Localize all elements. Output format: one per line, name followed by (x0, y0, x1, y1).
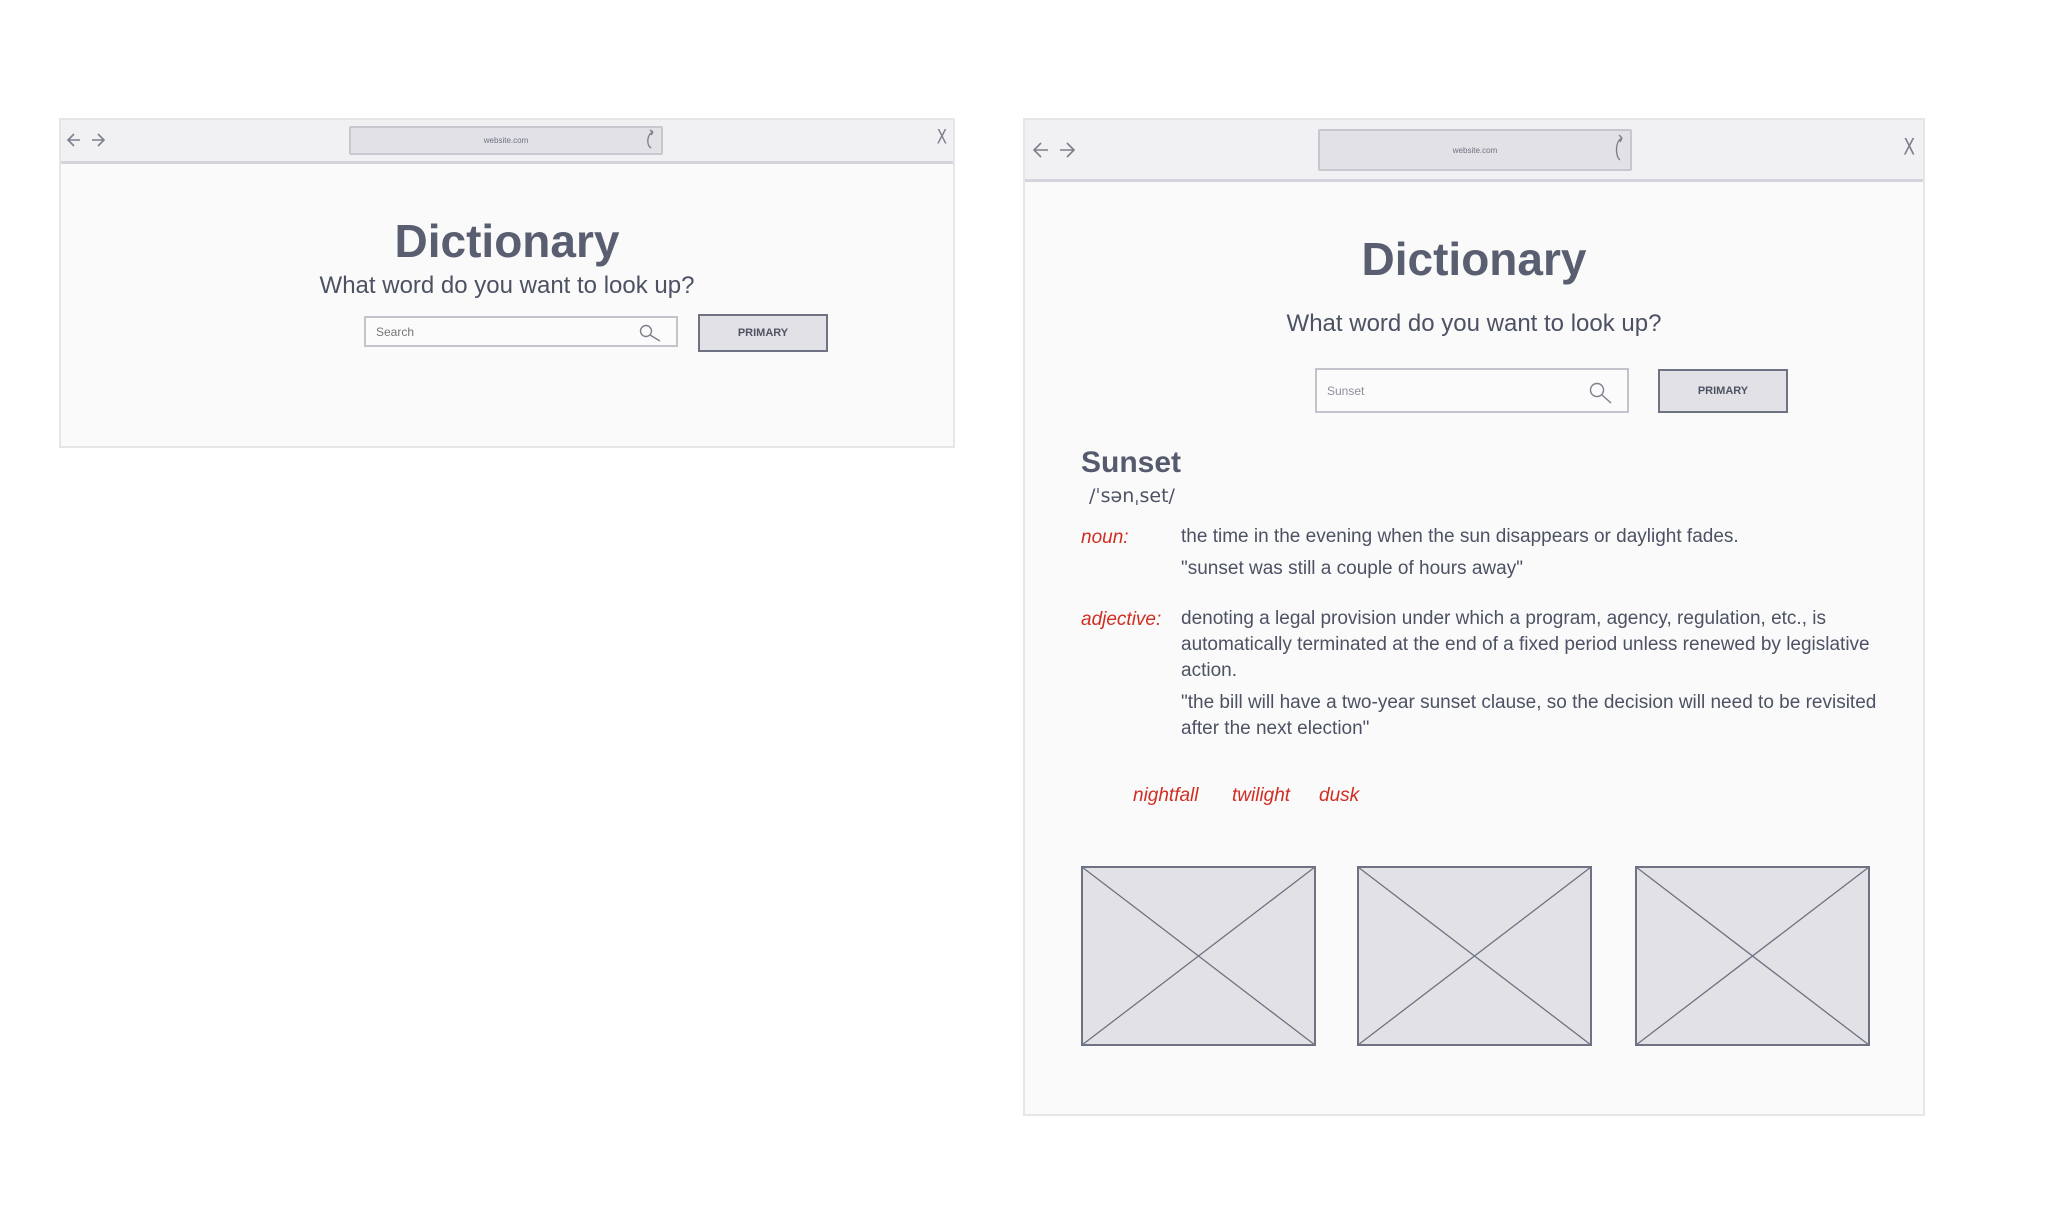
reload-icon[interactable] (644, 128, 658, 153)
part-of-speech-noun: noun: (1081, 527, 1129, 548)
address-bar[interactable]: website.com (349, 126, 663, 155)
image-placeholder-icon (1635, 866, 1870, 1046)
address-bar-url: website.com (483, 136, 529, 145)
definition-text: the time in the evening when the sun dis… (1181, 526, 1739, 547)
page-subtitle: What word do you want to look up? (1286, 310, 1662, 337)
entry-word: Sunset (1081, 446, 1182, 479)
address-bar[interactable]: website.com (1318, 129, 1632, 171)
primary-button[interactable]: PRIMARY (698, 314, 828, 352)
right-browser-window: website.com X Dictionary What word do yo… (1023, 118, 1925, 1116)
synonym-link[interactable]: twilight (1232, 785, 1290, 807)
image-placeholder (1635, 866, 1870, 1051)
image-placeholder-icon (1081, 866, 1316, 1046)
primary-button[interactable]: PRIMARY (1658, 369, 1788, 413)
browser-toolbar: website.com X (61, 120, 953, 164)
search-input[interactable] (376, 324, 666, 339)
definition-example: "sunset was still a couple of hours away… (1181, 558, 1523, 579)
search-input[interactable] (1327, 383, 1617, 398)
synonym-link[interactable]: dusk (1319, 785, 1359, 807)
definition-example: "the bill will have a two-year sunset cl… (1181, 692, 1877, 739)
definition-text: denoting a legal provision under which a… (1181, 608, 1870, 681)
forward-arrow-icon[interactable] (1059, 140, 1075, 160)
search-field[interactable] (1315, 368, 1629, 413)
search-field[interactable] (364, 316, 678, 347)
back-arrow-icon[interactable] (67, 132, 81, 148)
search-icon[interactable] (638, 324, 662, 347)
close-icon[interactable]: X (1903, 135, 1915, 161)
address-bar-url: website.com (1452, 145, 1498, 155)
close-icon[interactable]: X (937, 125, 947, 148)
back-arrow-icon[interactable] (1033, 140, 1049, 160)
page-title: Dictionary (394, 215, 620, 267)
left-browser-window: website.com X Dictionary What word do yo… (59, 118, 955, 448)
part-of-speech-adjective: adjective: (1081, 609, 1162, 630)
image-placeholder (1357, 866, 1592, 1051)
forward-arrow-icon[interactable] (91, 132, 105, 148)
page-subtitle: What word do you want to look up? (319, 272, 695, 299)
image-placeholder (1081, 866, 1316, 1051)
reload-icon[interactable] (1613, 134, 1627, 166)
search-icon[interactable] (1589, 382, 1613, 409)
browser-toolbar: website.com X (1025, 120, 1923, 182)
image-placeholder-icon (1357, 866, 1592, 1046)
synonym-link[interactable]: nightfall (1133, 785, 1199, 807)
page-title: Dictionary (1361, 233, 1587, 285)
entry-phonetic: /ˈsənˌset/ (1089, 485, 1175, 507)
